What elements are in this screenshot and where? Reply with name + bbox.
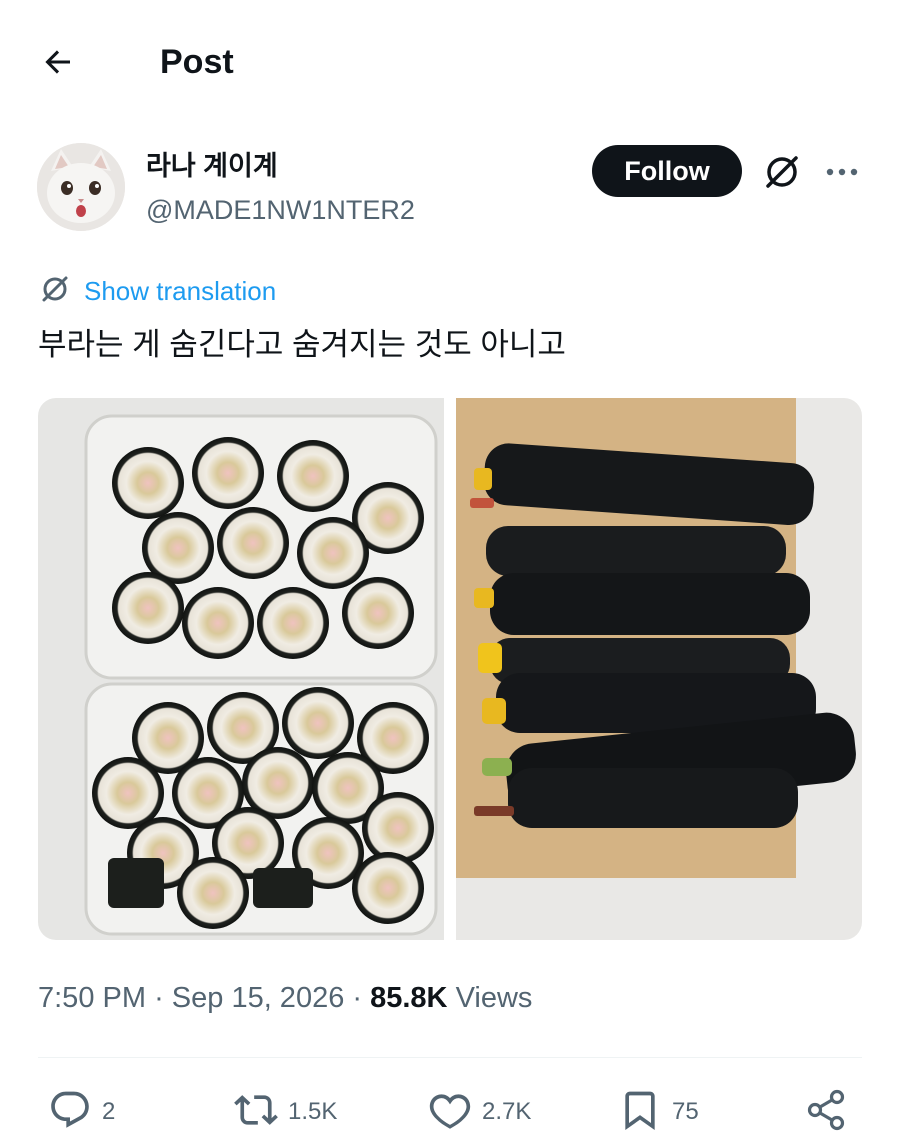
like-count: 2.7K [482,1098,532,1125]
more-options-icon[interactable] [820,150,864,194]
share-button[interactable] [804,1082,850,1142]
divider [38,1057,862,1058]
meta-separator: · [154,982,172,1014]
views-label: Views [455,982,533,1014]
avatar[interactable] [37,143,125,231]
bookmark-button[interactable]: 75 [618,1082,699,1142]
share-icon [804,1087,850,1138]
grok-icon[interactable] [760,150,804,194]
media-grid [38,398,862,940]
photo-gimbap-containers[interactable] [38,398,444,940]
reply-count: 2 [102,1098,116,1125]
top-bar: Post [0,0,900,120]
repost-button[interactable]: 1.5K [234,1082,337,1142]
views-count: 85.8K [370,982,448,1014]
photo-gimbap-rolls[interactable] [456,398,862,940]
like-button[interactable]: 2.7K [428,1082,531,1142]
author-handle[interactable]: @MADE1NW1NTER2 [146,192,415,228]
back-arrow-icon[interactable] [36,40,80,84]
post-time[interactable]: 7:50 PM [38,982,146,1014]
author-display-name[interactable]: 라나 계이계 [146,148,278,184]
bookmark-count: 75 [672,1098,699,1125]
tweet-text: 부라는 게 숨긴다고 숨겨지는 것도 아니고 [38,327,566,362]
post-date[interactable]: Sep 15, 2026 [172,982,345,1014]
reply-icon [48,1088,92,1137]
repost-icon [234,1088,278,1137]
post-metadata: 7:50 PM · Sep 15, 2026 · 85.8K Views [38,978,532,1018]
reply-button[interactable]: 2 [48,1082,115,1142]
page-title: Post [160,43,234,81]
heart-icon [428,1088,472,1137]
action-bar: 2 1.5K 2.7K 75 [38,1082,862,1142]
bookmark-icon [618,1088,662,1137]
meta-separator: · [352,982,371,1014]
translate-icon [38,272,72,311]
repost-count: 1.5K [288,1098,338,1125]
follow-button[interactable]: Follow [592,145,742,197]
show-translation-label: Show translation [84,275,277,306]
show-translation-link[interactable]: Show translation [38,272,276,310]
